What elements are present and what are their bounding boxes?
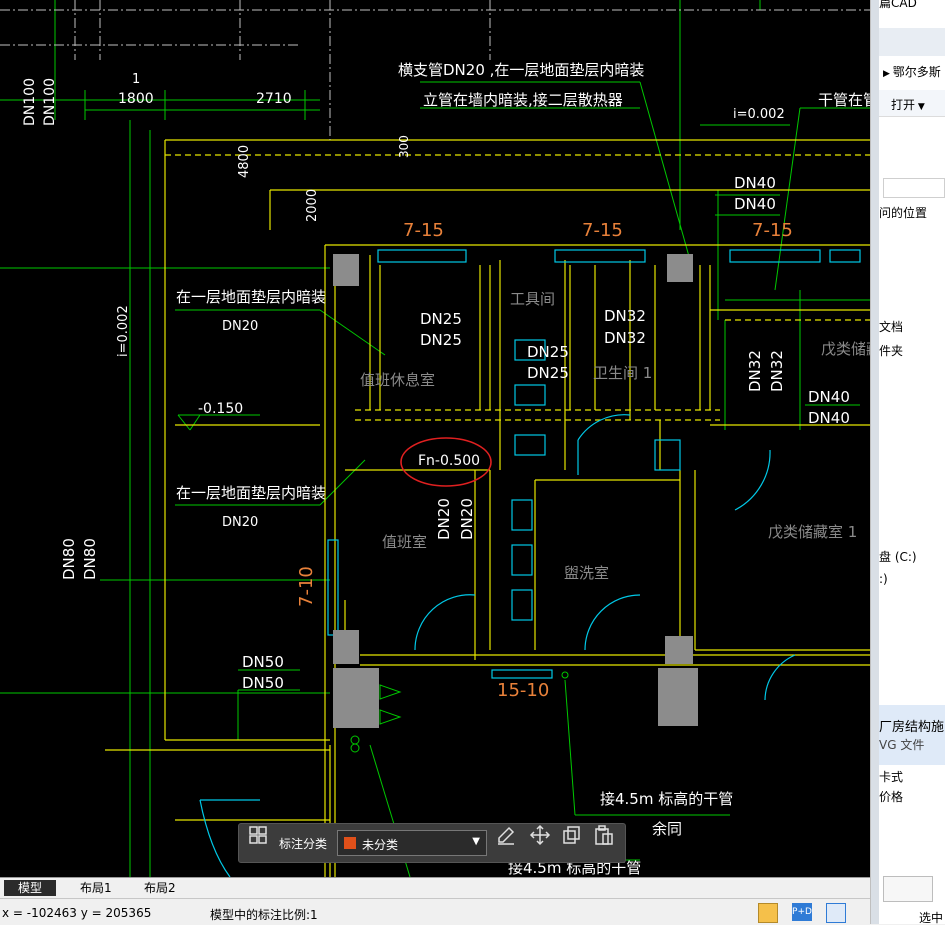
pipe-label-dn32-b: DN32	[604, 329, 646, 347]
annotation-category-dropdown[interactable]: 未分类 ▼	[337, 830, 487, 856]
dim-4800: 4800	[237, 144, 252, 178]
pipe-label-dn50-a: DN50	[242, 653, 284, 671]
breadcrumb[interactable]: ▶ 鄂尔多斯	[883, 63, 941, 80]
annotation-toolbar: 标注分类 未分类 ▼	[238, 823, 626, 863]
nav-item-drive-c[interactable]: 盘 (C:)	[879, 548, 917, 565]
status-bar: x = -102463 y = 205365 模型中的标注比例:1 P+D	[0, 898, 870, 925]
paste-icon[interactable]	[593, 824, 615, 846]
file-name[interactable]: 厂房结构施	[879, 716, 944, 735]
room-label-duty-rest: 值班休息室	[360, 371, 436, 389]
pipe-label-dn32-v1: DN32	[746, 350, 764, 392]
axis-label-7-15-c: 7-15	[752, 220, 793, 241]
pipe-label-dn80-b: DN80	[81, 538, 99, 580]
pipe-label-dn100-b: DN100	[42, 78, 58, 126]
pipe-label-dn40-d: DN40	[808, 409, 850, 427]
annotation-riser: 立管在墙内暗装,接二层散热器	[423, 91, 623, 109]
room-label-washroom: 盥洗室	[564, 564, 610, 582]
layout-tabs: 模型 布局1 布局2	[0, 877, 870, 898]
tab-layout1[interactable]: 布局1	[66, 880, 126, 896]
panel-title-cut: 篇CAD	[879, 0, 917, 10]
room-label-storage-a: 戊类储藏	[821, 340, 870, 358]
annotation-connect-4-5m: 接4.5m 标高的干管	[600, 790, 734, 808]
pipe-label-dn25-c: DN25	[527, 343, 569, 361]
category-selected-value: 未分类	[362, 838, 399, 852]
pipe-label-dn32-v2: DN32	[768, 350, 786, 392]
annotation-scale: 模型中的标注比例:1	[210, 908, 318, 922]
annotation-same-below: 余同	[652, 820, 683, 838]
pipe-label-dn40-b: DN40	[734, 195, 776, 213]
annotation-main-pipe: 干管在管	[818, 91, 870, 109]
annotation-under-floor-2: 在一层地面垫层内暗装	[176, 484, 327, 502]
pipe-label-dn40-c: DN40	[808, 388, 850, 406]
folder-icon[interactable]	[758, 903, 778, 923]
pipe-label-dn20-v2: DN20	[458, 498, 476, 540]
pipe-label-dn40-a: DN40	[734, 174, 776, 192]
dim-300: 300	[397, 135, 411, 158]
room-label-toilet: 卫生间 1	[593, 364, 653, 382]
detail-price: 价格	[879, 790, 904, 804]
copy-icon[interactable]	[561, 824, 583, 846]
slope-label-top: i=0.002	[733, 107, 785, 122]
drawing-canvas[interactable]: 横支管DN20 ,在一层地面垫层内暗装 立管在墙内暗装,接二层散热器 干管在管 …	[0, 0, 870, 877]
axis-label-7-15-b: 7-15	[582, 220, 623, 241]
window-icon[interactable]	[826, 903, 846, 923]
nav-item-drive-d[interactable]: :)	[879, 572, 888, 586]
pipe-label-dn25-a: DN25	[420, 310, 462, 328]
level-label-0150: -0.150	[198, 401, 244, 417]
pipe-label-dn80-a: DN80	[60, 538, 78, 580]
pipe-label-dn20-a: DN20	[222, 319, 259, 334]
axis-label-15-10: 15-10	[497, 680, 550, 701]
dim-1: 1	[132, 72, 141, 87]
pipe-label-dn32-a: DN32	[604, 307, 646, 325]
file-explorer-panel: 篇CAD ▶ 鄂尔多斯 打开 ▼ 问的位置 文档 件夹 盘 (C:) :) 厂房…	[870, 0, 945, 924]
dim-1800: 1800	[118, 91, 154, 107]
slope-label-left: i=0.002	[116, 305, 131, 357]
pipe-label-dn50-b: DN50	[242, 674, 284, 692]
nav-item-documents[interactable]: 文档	[879, 318, 903, 335]
file-type: VG 文件	[879, 738, 925, 752]
category-color-swatch	[344, 837, 356, 849]
room-label-storage-b: 戊类储藏室 1	[768, 523, 858, 541]
nav-item-folders[interactable]: 件夹	[879, 342, 903, 359]
room-label-duty-room: 值班室	[382, 533, 428, 551]
annotation-under-floor-1: 在一层地面垫层内暗装	[176, 288, 327, 306]
detail-format: 卡式	[879, 770, 904, 784]
move-icon[interactable]	[529, 824, 551, 846]
annotation-horizontal-branch: 横支管DN20 ,在一层地面垫层内暗装	[398, 61, 645, 79]
annotation-connect-4-5m-b: 接4.5m 标高的干管	[508, 859, 642, 877]
tab-model[interactable]: 模型	[4, 880, 57, 896]
selected-label: 选中	[919, 911, 944, 924]
open-button[interactable]: 打开 ▼	[891, 96, 925, 113]
edit-icon[interactable]	[495, 824, 517, 846]
pid-icon[interactable]: P+D	[792, 903, 812, 921]
pipe-label-dn25-d: DN25	[527, 364, 569, 382]
grid-icon[interactable]	[247, 824, 269, 846]
tab-layout2[interactable]: 布局2	[130, 880, 190, 896]
nav-item-recent[interactable]: 问的位置	[879, 204, 927, 221]
room-label-tool-room: 工具间	[510, 290, 556, 308]
dim-2710: 2710	[256, 91, 292, 107]
pipe-label-dn20-b: DN20	[222, 515, 259, 530]
axis-label-7-15-a: 7-15	[403, 220, 444, 241]
chevron-down-icon: ▼	[472, 836, 480, 847]
level-label-0500: Fn-0.500	[418, 453, 481, 469]
pipe-label-dn20-v1: DN20	[435, 498, 453, 540]
pipe-label-dn25-b: DN25	[420, 331, 462, 349]
pipe-label-dn100-a: DN100	[22, 78, 38, 126]
annotation-category-label: 标注分类	[279, 837, 328, 851]
dim-2000: 2000	[305, 188, 320, 222]
cad-linework	[0, 0, 870, 877]
coordinate-readout: x = -102463 y = 205365	[2, 906, 152, 920]
axis-label-7-10: 7-10	[296, 566, 317, 607]
